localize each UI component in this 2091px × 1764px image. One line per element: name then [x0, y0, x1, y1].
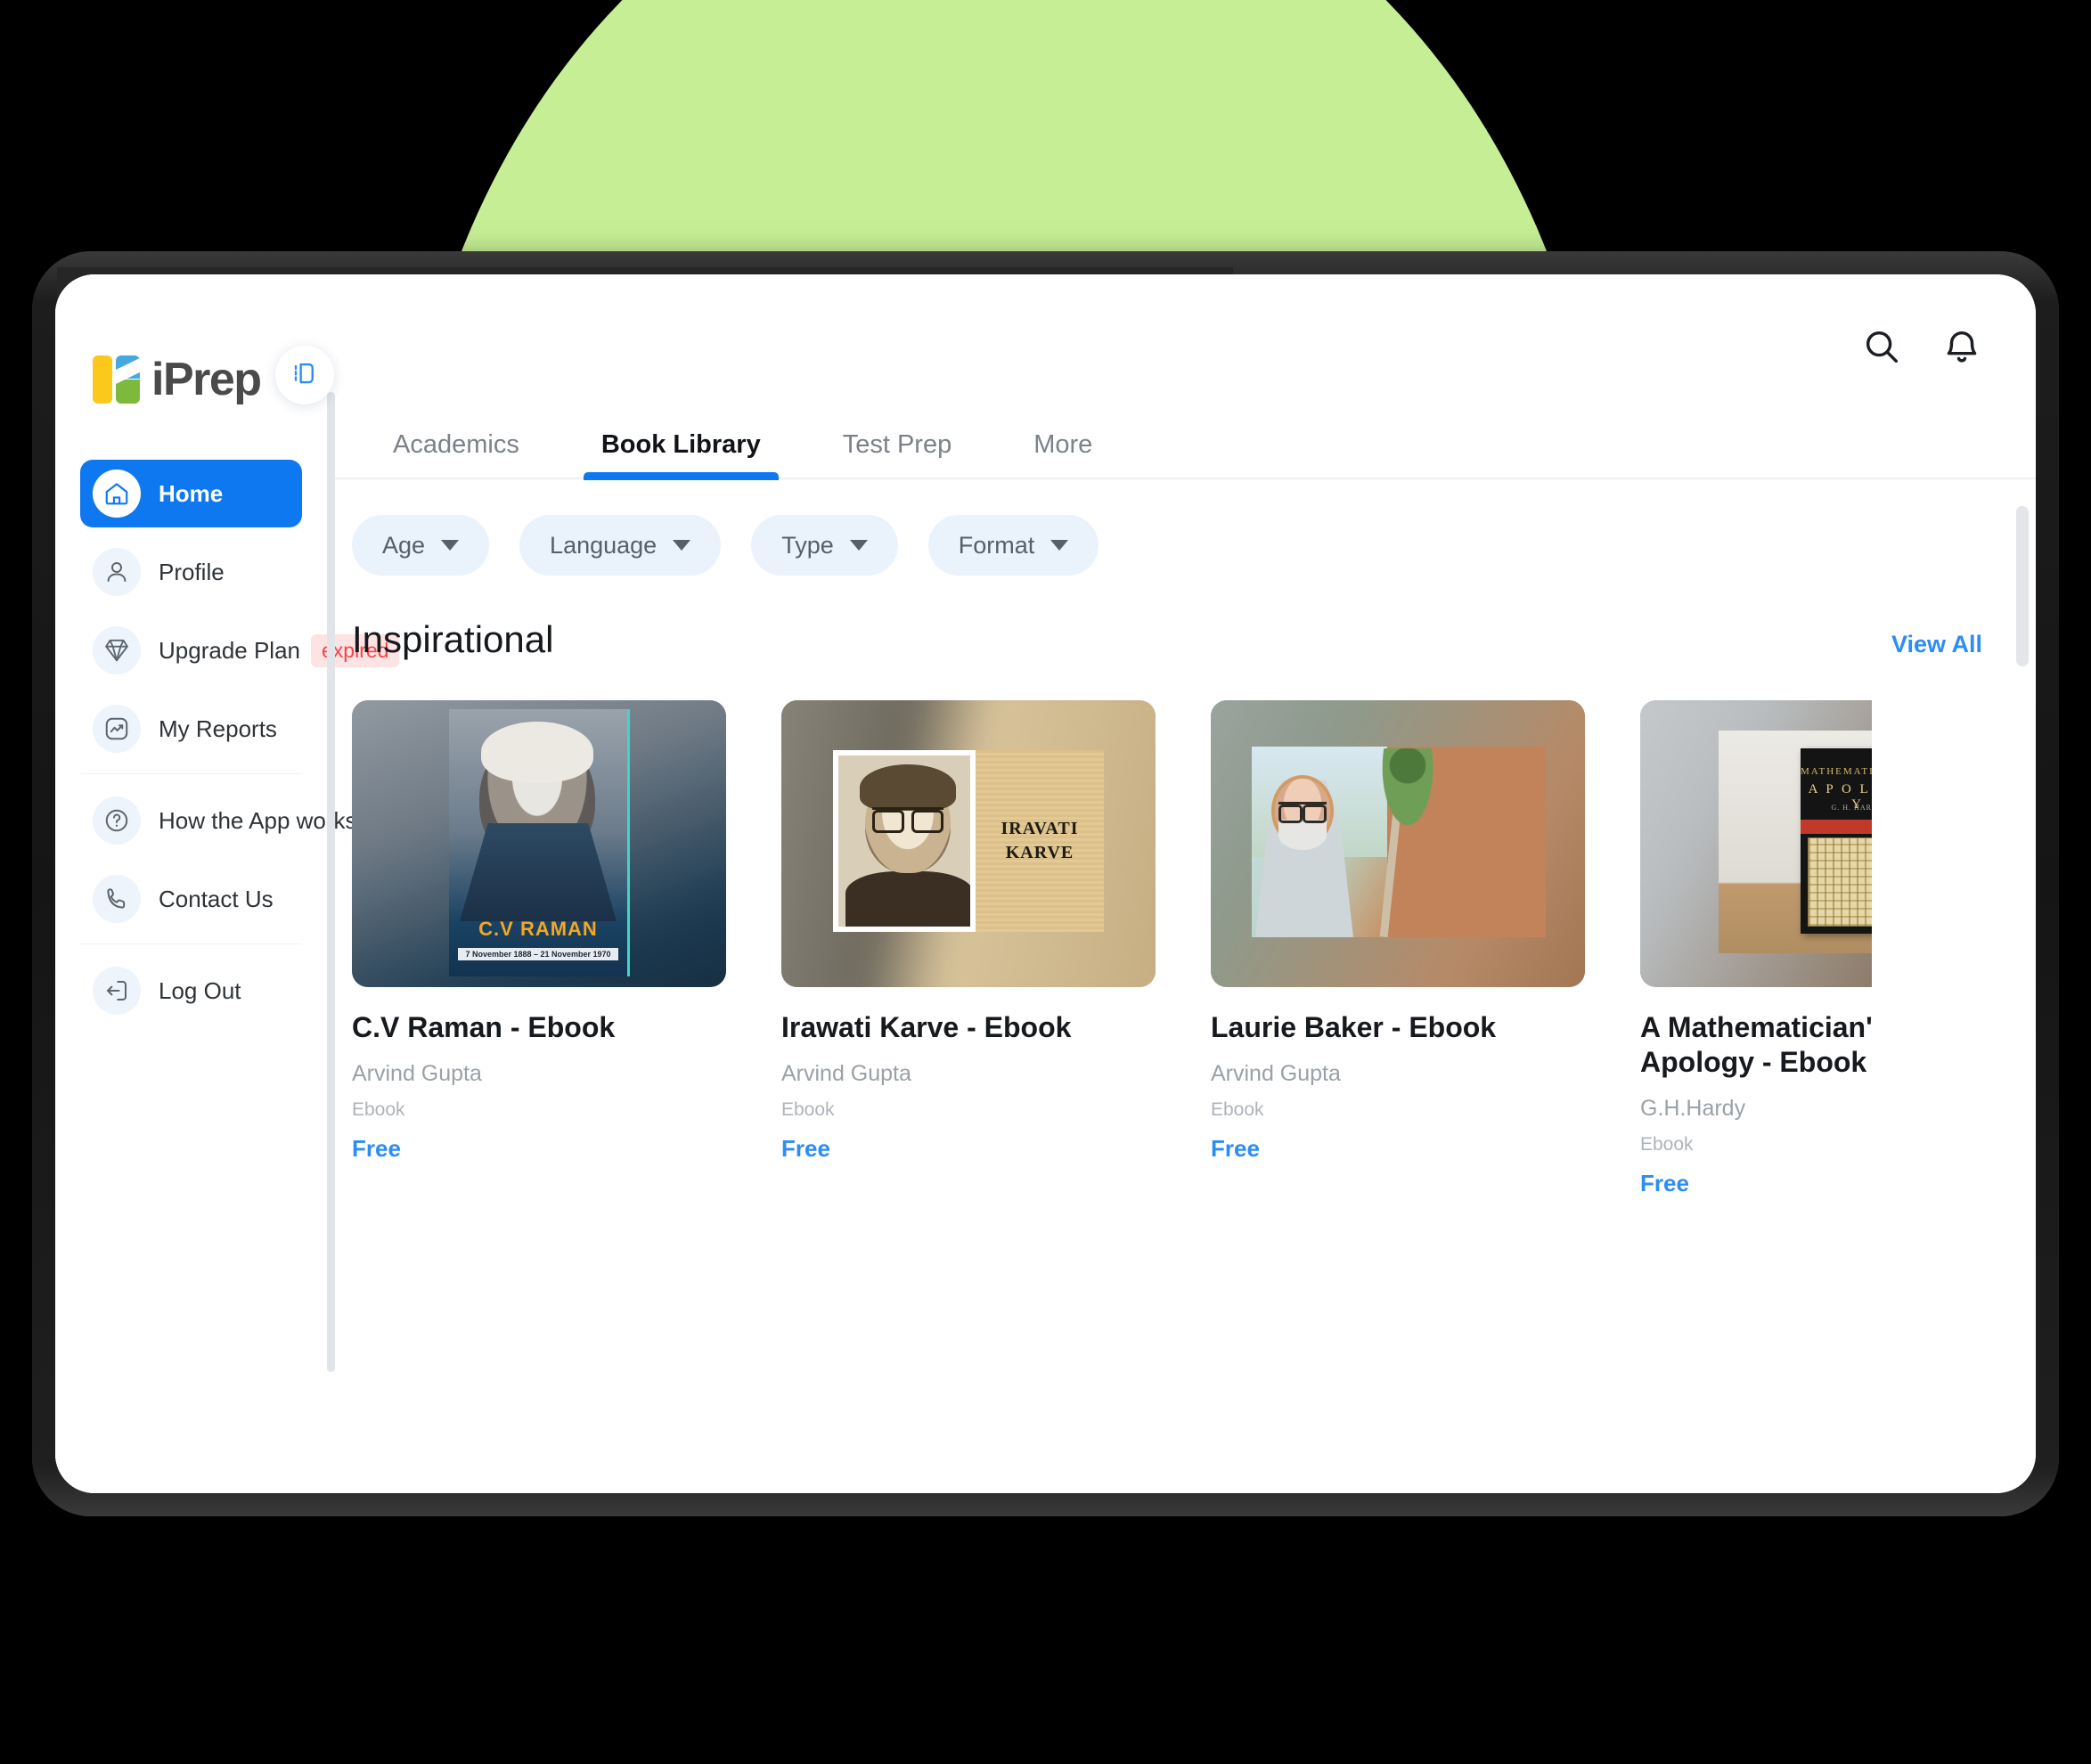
book-card[interactable]: Laurie Baker - Ebook Arvind Gupta Ebook …: [1211, 700, 1585, 1197]
sidebar-group-support: How the App works Contact Us: [80, 773, 357, 933]
tab-academics[interactable]: Academics: [352, 430, 560, 478]
book-card-row: C.V RAMAN 7 November 1888 – 21 November …: [327, 661, 2036, 1197]
cover-dates-text: 7 November 1888 – 21 November 1970: [458, 948, 618, 960]
brand-name: iPrep: [151, 354, 262, 405]
panel-collapse-icon: [291, 360, 318, 391]
tab-test-prep[interactable]: Test Prep: [802, 430, 993, 478]
chart-square-icon: [93, 705, 141, 753]
cover-title-line1: IRAVATI: [1001, 819, 1079, 838]
main-content: Academics Book Library Test Prep More Ag…: [275, 274, 2036, 1493]
sidebar-item-my-reports[interactable]: My Reports: [80, 695, 302, 763]
cover-author-line: G. H. HARDY: [1831, 804, 1873, 812]
sidebar-item-upgrade-plan[interactable]: Upgrade Plan expired: [80, 617, 400, 684]
topbar: [327, 274, 2036, 433]
tab-label: More: [1033, 430, 1093, 459]
book-type: Ebook: [781, 1099, 835, 1121]
book-cover-image: IRAVATI KARVE: [781, 700, 1156, 987]
book-cover-image: [1211, 700, 1585, 987]
sidebar: iPrep Home Profile Upgrade Plan expired …: [55, 274, 400, 1493]
chevron-down-icon: [1050, 540, 1069, 551]
book-cover-image: MATHEMATICIAN'S A P O L O G Y G. H. HARD…: [1640, 700, 1872, 987]
tablet-device-frame: iPrep Home Profile Upgrade Plan expired …: [32, 251, 2059, 1516]
search-icon[interactable]: [1861, 326, 1902, 372]
sidebar-collapse-toggle-button[interactable]: [275, 346, 334, 404]
cover-title-line1: MATHEMATICIAN'S: [1801, 766, 1872, 777]
page-title: Inspirational: [352, 618, 554, 660]
phone-icon: [93, 875, 141, 923]
chevron-down-icon: [441, 540, 460, 551]
book-cover-image: C.V RAMAN 7 November 1888 – 21 November …: [352, 700, 726, 987]
chevron-down-icon: [673, 540, 691, 551]
book-title: Laurie Baker - Ebook: [1211, 1011, 1497, 1043]
sidebar-group-primary: Home Profile Upgrade Plan expired My Rep…: [80, 460, 400, 763]
sidebar-item-how-the-app-works[interactable]: How the App works: [80, 787, 357, 854]
tablet-screen: iPrep Home Profile Upgrade Plan expired …: [55, 274, 2036, 1493]
book-price[interactable]: Free: [352, 1135, 726, 1163]
tab-book-library[interactable]: Book Library: [560, 430, 802, 480]
sidebar-item-label: My Reports: [159, 715, 277, 742]
book-author: G.H.Hardy: [1640, 1096, 1746, 1122]
filter-language-dropdown[interactable]: Language: [519, 515, 722, 576]
diamond-icon: [93, 626, 141, 674]
content-scrollbar[interactable]: [2016, 506, 2029, 666]
view-all-link[interactable]: View All: [1891, 631, 1982, 658]
tab-label: Test Prep: [842, 430, 952, 459]
section-header: Inspirational View All: [327, 576, 2036, 661]
filter-type-dropdown[interactable]: Type: [751, 515, 898, 576]
book-card[interactable]: MATHEMATICIAN'S A P O L O G Y G. H. HARD…: [1640, 700, 1872, 1197]
sidebar-group-session: Log Out: [80, 943, 302, 1025]
book-title: Irawati Karve - Ebook: [781, 1011, 1072, 1043]
filter-label: Format: [958, 531, 1035, 559]
filter-chip-row: Age Language Type Format: [327, 479, 2036, 576]
book-author: Arvind Gupta: [352, 1061, 482, 1087]
cover-name-text: C.V RAMAN: [478, 918, 598, 940]
bell-icon[interactable]: [1941, 326, 1982, 372]
sidebar-item-label: Home: [159, 479, 224, 507]
sidebar-item-label: Profile: [159, 558, 225, 585]
book-price[interactable]: Free: [1211, 1135, 1585, 1163]
book-card[interactable]: IRAVATI KARVE Irawati Karve - Ebook Arvi…: [781, 700, 1156, 1197]
book-price[interactable]: Free: [781, 1135, 1156, 1163]
tab-label: Academics: [393, 430, 519, 459]
book-price[interactable]: Free: [1640, 1170, 1872, 1197]
filter-label: Type: [781, 531, 834, 559]
book-card[interactable]: C.V RAMAN 7 November 1888 – 21 November …: [352, 700, 726, 1197]
sidebar-item-log-out[interactable]: Log Out: [80, 957, 302, 1025]
chevron-down-icon: [849, 540, 868, 551]
filter-label: Language: [550, 531, 658, 559]
question-circle-icon: [93, 796, 141, 845]
cover-title-line2: KARVE: [1005, 843, 1074, 862]
filter-format-dropdown[interactable]: Format: [927, 515, 1099, 576]
sidebar-scrollbar[interactable]: [327, 392, 335, 1372]
book-title: A Mathematician's Apology - Ebook: [1640, 1011, 1872, 1079]
sidebar-item-contact-us[interactable]: Contact Us: [80, 865, 302, 933]
book-author: Arvind Gupta: [1211, 1061, 1341, 1087]
book-type: Ebook: [352, 1099, 405, 1121]
sidebar-item-profile[interactable]: Profile: [80, 538, 302, 606]
home-icon: [93, 470, 141, 518]
book-type: Ebook: [1640, 1134, 1694, 1156]
book-title: C.V Raman - Ebook: [352, 1011, 616, 1043]
sidebar-item-home[interactable]: Home: [80, 460, 302, 527]
sidebar-item-label: Contact Us: [159, 885, 274, 912]
book-author: Arvind Gupta: [781, 1061, 911, 1087]
sidebar-item-label: Log Out: [159, 976, 241, 1004]
iprep-logo-icon: [93, 354, 144, 405]
filter-label: Age: [382, 531, 426, 559]
sidebar-item-label: Upgrade Plan: [159, 636, 300, 664]
sidebar-nav: Home Profile Upgrade Plan expired My Rep…: [55, 460, 400, 1025]
tab-label: Book Library: [600, 430, 761, 459]
logout-icon: [93, 967, 141, 1015]
app-root: iPrep Home Profile Upgrade Plan expired …: [55, 274, 2036, 1493]
tab-more[interactable]: More: [992, 430, 1133, 478]
user-icon: [93, 548, 141, 596]
tab-bar: Academics Book Library Test Prep More: [275, 346, 2036, 480]
filter-age-dropdown[interactable]: Age: [352, 515, 490, 576]
book-type: Ebook: [1211, 1099, 1264, 1121]
